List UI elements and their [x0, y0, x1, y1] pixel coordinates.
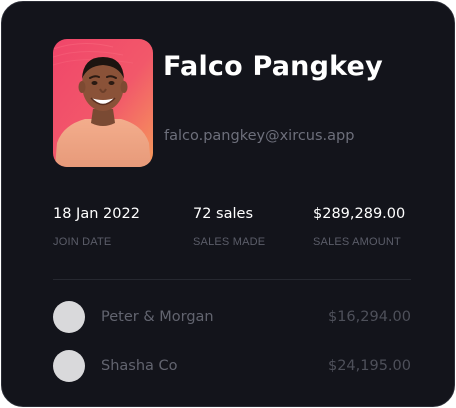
- client-row[interactable]: Peter & Morgan $16,294.00: [53, 301, 411, 333]
- client-name: Shasha Co: [101, 358, 178, 374]
- profile-name: Falco Pangkey: [163, 51, 383, 82]
- sales-amount-value: $289,289.00: [313, 206, 406, 222]
- profile-card: Falco Pangkey falco.pangkey@xircus.app 1…: [1, 1, 455, 407]
- divider: [53, 279, 411, 280]
- client-amount: $16,294.00: [327, 309, 411, 325]
- sales-amount-label: SALES AMOUNT: [313, 236, 401, 248]
- person-photo-icon: [53, 39, 153, 167]
- profile-email: falco.pangkey@xircus.app: [164, 128, 355, 144]
- join-date-value: 18 Jan 2022: [53, 206, 140, 222]
- client-avatar: [53, 301, 85, 333]
- client-row[interactable]: Shasha Co $24,195.00: [53, 350, 411, 382]
- client-amount: $24,195.00: [327, 358, 411, 374]
- sales-made-label: SALES MADE: [193, 236, 266, 248]
- client-name: Peter & Morgan: [101, 309, 214, 325]
- join-date-label: JOIN DATE: [53, 236, 112, 248]
- sales-made-value: 72 sales: [193, 206, 254, 222]
- client-avatar: [53, 350, 85, 382]
- profile-avatar: [53, 39, 153, 167]
